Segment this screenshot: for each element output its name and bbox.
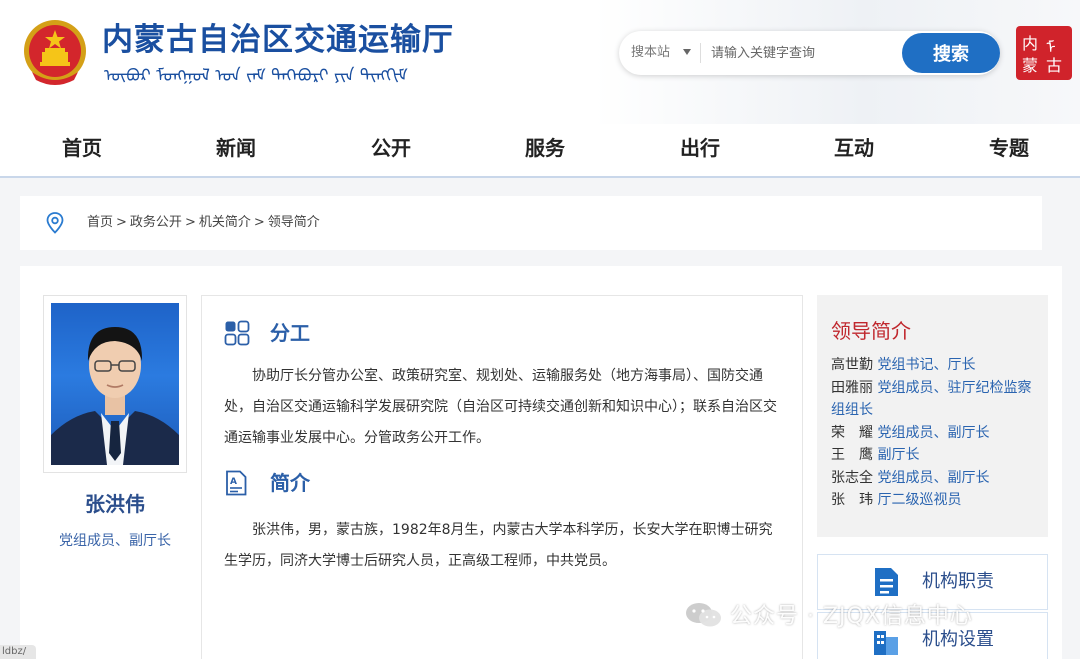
leader-list-name: 王 鹰 bbox=[831, 447, 873, 463]
leader-list-role-link[interactable]: 副厅长 bbox=[877, 447, 919, 463]
sidebar-title: 领导简介 bbox=[831, 319, 911, 343]
leader-list-name: 高世勤 bbox=[831, 357, 873, 373]
resume-document-icon: A bbox=[226, 470, 247, 496]
leader-list-role-link[interactable]: 厅二级巡视员 bbox=[877, 492, 961, 508]
bio-title: 简介 bbox=[270, 471, 310, 495]
breadcrumb-home[interactable]: 首页 bbox=[87, 215, 113, 230]
leader-list-role-link[interactable]: 党组书记、厅长 bbox=[877, 357, 975, 373]
location-pin-icon bbox=[46, 212, 64, 234]
bio-text: 张洪伟，男，蒙古族，1982年8月生，内蒙古大学本科学历，长安大学在职博士研究生… bbox=[224, 522, 773, 569]
breadcrumb-separator: > bbox=[184, 215, 196, 230]
leader-list-name: 荣 耀 bbox=[831, 424, 873, 441]
svg-text:A: A bbox=[230, 477, 237, 487]
document-list-icon bbox=[875, 568, 898, 596]
portrait-illustration bbox=[51, 327, 179, 465]
seal-logo-icon: 内 蒙 ᠮ 古 bbox=[1016, 26, 1072, 80]
nav-item-home[interactable]: 首页 bbox=[22, 124, 142, 176]
main-nav: 首页 新闻 公开 服务 出行 互动 专题 bbox=[0, 124, 1080, 178]
national-emblem-icon bbox=[24, 20, 86, 85]
grid-apps-icon bbox=[224, 320, 250, 346]
breadcrumb-separator: > bbox=[253, 215, 265, 230]
list-item: 张志全 党组成员、副厅长 bbox=[831, 467, 1043, 490]
caret-down-icon[interactable] bbox=[683, 49, 691, 55]
list-item: 王 鹰 副厅长 bbox=[831, 444, 1043, 467]
nav-item-travel[interactable]: 出行 bbox=[640, 124, 760, 176]
list-item: 高世勤 党组书记、厅长 bbox=[831, 354, 1043, 377]
leader-list-name: 张志全 bbox=[831, 469, 873, 486]
leader-position: 党组成员、副厅长 bbox=[59, 533, 171, 549]
search-scope-select[interactable]: 搜本站 bbox=[631, 31, 670, 75]
leader-name: 张洪伟 bbox=[85, 492, 145, 516]
breadcrumb-separator: > bbox=[116, 215, 127, 230]
leader-list-name: 田雅丽 bbox=[831, 379, 873, 396]
breadcrumb-org-intro[interactable]: 机关简介 bbox=[199, 215, 251, 230]
mongolian-site-title: ᠥᠪᠥᠷ ᠮᠣᠩᠭᠣᠯ ᠤᠨ ᠵᠠᠮ ᠲᠡᠭᠡᠪᠦᠷᠢ ᠶᠢᠨ ᠲᠢᠩᠬᠢᠮ bbox=[104, 66, 408, 86]
leader-list-role-link[interactable]: 党组成员、副厅长 bbox=[877, 425, 989, 441]
search-box: 搜本站 搜索 bbox=[619, 31, 1000, 75]
breadcrumb-gov-affairs[interactable]: 政务公开 bbox=[130, 215, 182, 230]
search-button[interactable]: 搜索 bbox=[902, 33, 1000, 73]
leader-list-name: 张 玮 bbox=[831, 492, 873, 508]
nav-item-news[interactable]: 新闻 bbox=[176, 124, 296, 176]
breadcrumb-trail: 首页 > 政务公开 > 机关简介 > 领导简介 bbox=[87, 196, 320, 250]
breadcrumb-current[interactable]: 领导简介 bbox=[268, 215, 320, 230]
list-item: 田雅丽 党组成员、驻厅纪检监察组组长 bbox=[831, 377, 1043, 422]
search-input[interactable] bbox=[711, 39, 891, 67]
nav-item-service[interactable]: 服务 bbox=[485, 124, 605, 176]
nav-item-public[interactable]: 公开 bbox=[331, 124, 451, 176]
nav-item-topics[interactable]: 专题 bbox=[949, 124, 1069, 176]
duty-title: 分工 bbox=[270, 321, 310, 345]
leader-list-role-link[interactable]: 党组成员、副厅长 bbox=[877, 470, 989, 486]
search-divider bbox=[700, 43, 701, 63]
nav-item-interaction[interactable]: 互动 bbox=[794, 124, 914, 176]
wechat-icon bbox=[686, 603, 721, 627]
leader-list: 高世勤 党组书记、厅长 田雅丽 党组成员、驻厅纪检监察组组长 荣 耀 党组成员、… bbox=[831, 354, 1043, 512]
site-title[interactable]: 内蒙古自治区交通运输厅 bbox=[102, 14, 454, 59]
watermark-text: 公众号 · ZJQX信息中心 bbox=[730, 604, 973, 629]
site-header: 内蒙古自治区交通运输厅 ᠥᠪᠥᠷ ᠮᠣᠩᠭᠣᠯ ᠤᠨ ᠵᠠᠮ ᠲᠡᠭᠡᠪᠦᠷᠢ … bbox=[0, 0, 1080, 124]
breadcrumb: 首页 > 政务公开 > 机关简介 > 领导简介 bbox=[20, 196, 1042, 250]
duty-text: 协助厅长分管办公室、政策研究室、规划处、运输服务处（地方海事局）、国防交通处，自… bbox=[224, 368, 777, 446]
leader-photo bbox=[51, 303, 179, 465]
list-item: 荣 耀 党组成员、副厅长 bbox=[831, 422, 1043, 445]
leader-list-sidebar: 领导简介 高世勤 党组书记、厅长 田雅丽 党组成员、驻厅纪检监察组组长 荣 耀 … bbox=[817, 295, 1048, 537]
list-item: 张 玮 厅二级巡视员 bbox=[831, 489, 1043, 512]
leader-photo-frame bbox=[43, 295, 187, 473]
url-status-stub: ldbz/ bbox=[0, 645, 36, 659]
